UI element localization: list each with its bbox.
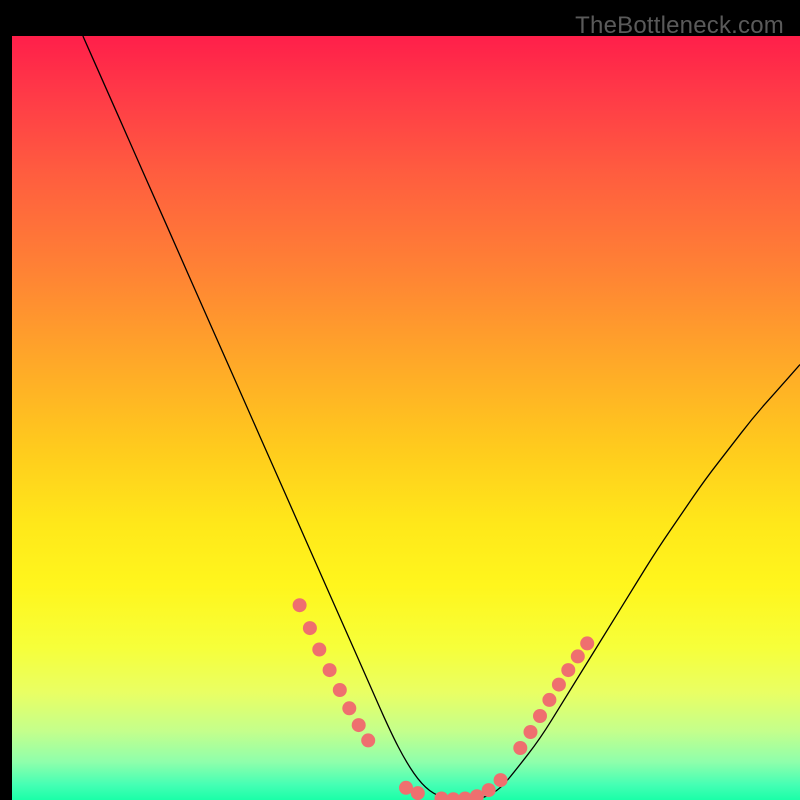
chart-frame: TheBottleneck.com (6, 6, 794, 794)
highlight-dot (542, 693, 556, 707)
highlight-dot (571, 649, 585, 663)
highlight-dot (580, 636, 594, 650)
watermark-text: TheBottleneck.com (575, 12, 784, 40)
highlight-dot (323, 663, 337, 677)
highlight-dot (361, 733, 375, 747)
highlight-dot (342, 701, 356, 715)
highlight-dot (494, 773, 508, 787)
plot-area (12, 36, 800, 800)
highlight-dot (293, 598, 307, 612)
highlight-dot (482, 783, 496, 797)
highlight-dot (533, 709, 547, 723)
highlight-dot (312, 643, 326, 657)
highlight-dot (333, 683, 347, 697)
highlight-dot (303, 621, 317, 635)
highlight-dot (411, 786, 425, 800)
highlight-dot (552, 678, 566, 692)
highlight-dot (561, 663, 575, 677)
bottleneck-curve-path (83, 36, 800, 800)
bottleneck-curve-svg (12, 36, 800, 800)
highlight-dot (513, 741, 527, 755)
highlight-dot (352, 718, 366, 732)
highlight-dot (524, 725, 538, 739)
highlight-dots-group (293, 598, 595, 800)
